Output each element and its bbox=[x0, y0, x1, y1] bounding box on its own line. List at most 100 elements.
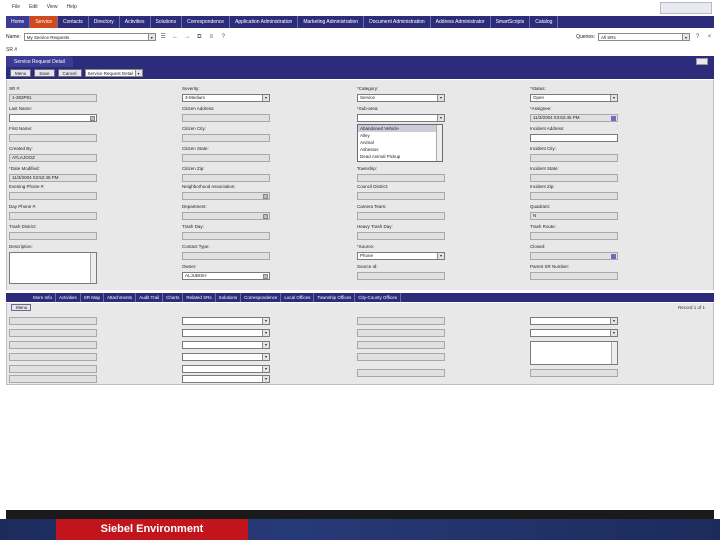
scrollbar[interactable] bbox=[611, 342, 617, 364]
query-icon[interactable]: ☰ bbox=[159, 33, 168, 41]
tab-audit-trail[interactable]: Audit Trail bbox=[136, 293, 164, 302]
list-item[interactable]: Alley bbox=[358, 132, 442, 139]
more-info-select[interactable]: ▾ bbox=[530, 317, 618, 325]
forward-icon[interactable]: → bbox=[183, 33, 192, 41]
tab-smartscripts[interactable]: SmartScripts bbox=[491, 16, 531, 28]
description-textarea[interactable] bbox=[9, 252, 97, 284]
tab-catalog[interactable]: Catalog bbox=[530, 16, 559, 28]
more-info-input[interactable] bbox=[9, 375, 97, 383]
tab-service[interactable]: Service bbox=[30, 16, 59, 28]
subarea-dropdown-list[interactable]: Abandoned Vehicle Alley Animal Asbestos … bbox=[357, 124, 443, 162]
tab-attachments[interactable]: Attachments bbox=[104, 293, 137, 302]
assignee-input[interactable]: 11/3/2004 03:52:45 PM bbox=[530, 114, 618, 122]
tab-more-info[interactable]: More Info bbox=[30, 293, 57, 302]
menu-help[interactable]: Help bbox=[66, 4, 76, 10]
queries-select[interactable]: All SRs ▾ bbox=[598, 33, 690, 41]
contact-type-input[interactable] bbox=[182, 252, 270, 260]
category-select[interactable]: Service ▾ bbox=[357, 94, 445, 102]
cancel-button[interactable]: Cancel bbox=[57, 69, 82, 77]
menu-file[interactable]: File bbox=[12, 4, 20, 10]
parent-sr-input[interactable] bbox=[530, 272, 618, 280]
owner-input[interactable]: ALJUBISH bbox=[182, 272, 270, 280]
evening-phone-input[interactable] bbox=[9, 192, 97, 200]
more-info-select[interactable]: ▾ bbox=[182, 329, 270, 337]
tab-activities[interactable]: Activities bbox=[56, 293, 81, 302]
calendar-icon[interactable] bbox=[611, 254, 616, 259]
more-info-input[interactable] bbox=[9, 365, 97, 373]
copy-icon[interactable]: ⧉ bbox=[195, 33, 204, 41]
more-info-input[interactable] bbox=[9, 317, 97, 325]
close-icon[interactable]: × bbox=[705, 33, 714, 41]
more-info-input[interactable] bbox=[357, 341, 445, 349]
menu-button[interactable]: Menu bbox=[10, 69, 32, 77]
help-icon[interactable]: ? bbox=[693, 33, 702, 41]
more-info-input[interactable] bbox=[9, 341, 97, 349]
pick-icon[interactable] bbox=[263, 194, 268, 199]
department-input[interactable] bbox=[182, 212, 270, 220]
tab-city-county-offices[interactable]: City-County Offices bbox=[355, 293, 401, 302]
more-info-select[interactable]: ▾ bbox=[182, 317, 270, 325]
more-info-select[interactable]: ▾ bbox=[182, 341, 270, 349]
tab-correspondence[interactable]: Correspondence bbox=[241, 293, 282, 302]
source-id-input[interactable] bbox=[357, 272, 445, 280]
closed-input[interactable] bbox=[530, 252, 618, 260]
more-info-input[interactable] bbox=[530, 369, 618, 377]
source-select[interactable]: Phone ▾ bbox=[357, 252, 445, 260]
menu-button[interactable]: Menu bbox=[11, 304, 31, 311]
pick-icon[interactable] bbox=[263, 274, 268, 279]
more-info-select[interactable]: ▾ bbox=[530, 329, 618, 337]
list-item[interactable]: Asbestos bbox=[358, 146, 442, 153]
tab-application-administration[interactable]: Application Administration bbox=[230, 16, 299, 28]
help-icon[interactable]: ? bbox=[219, 33, 228, 41]
tab-charts[interactable]: Charts bbox=[163, 293, 184, 302]
pick-icon[interactable] bbox=[263, 214, 268, 219]
breadcrumb[interactable]: SR # bbox=[6, 47, 17, 53]
tab-document-administration[interactable]: Document Administration bbox=[364, 16, 431, 28]
tab-correspondence[interactable]: Correspondence bbox=[182, 16, 231, 28]
list-item[interactable]: Animal bbox=[358, 139, 442, 146]
applet-menu-icon[interactable] bbox=[696, 58, 708, 65]
back-icon[interactable]: ← bbox=[171, 33, 180, 41]
tab-related-srs[interactable]: Related SRs bbox=[183, 293, 216, 302]
trash-route-input[interactable] bbox=[530, 232, 618, 240]
more-info-input[interactable] bbox=[357, 317, 445, 325]
neighborhood-input[interactable] bbox=[182, 192, 270, 200]
more-info-input[interactable] bbox=[357, 329, 445, 337]
more-info-select[interactable]: ▾ bbox=[182, 375, 270, 383]
tab-address-administrator[interactable]: Address Administrator bbox=[431, 16, 491, 28]
last-name-input[interactable] bbox=[9, 114, 97, 122]
more-info-select[interactable]: ▾ bbox=[182, 353, 270, 361]
incident-state-input[interactable] bbox=[530, 174, 618, 182]
tab-solutions[interactable]: Solutions bbox=[216, 293, 242, 302]
incident-zip-input[interactable] bbox=[530, 192, 618, 200]
list-item[interactable]: Abandoned Vehicle bbox=[358, 125, 442, 132]
citizen-address-input[interactable] bbox=[182, 114, 270, 122]
tab-activities[interactable]: Activities bbox=[120, 16, 151, 28]
tab-sr-map[interactable]: SR Map bbox=[81, 293, 105, 302]
first-name-input[interactable] bbox=[9, 134, 97, 142]
more-info-input[interactable] bbox=[9, 329, 97, 337]
more-info-textarea[interactable] bbox=[530, 341, 618, 365]
scrollbar[interactable] bbox=[436, 125, 442, 161]
incident-city-input[interactable] bbox=[530, 154, 618, 162]
tab-solutions[interactable]: Solutions bbox=[151, 16, 183, 28]
more-info-input[interactable] bbox=[9, 353, 97, 361]
show-select[interactable]: My Service Requests ▾ bbox=[23, 33, 156, 41]
severity-select[interactable]: 3-Medium ▾ bbox=[182, 94, 270, 102]
list-item[interactable]: Dead Animal Pickup bbox=[358, 153, 442, 160]
pick-icon[interactable] bbox=[90, 116, 95, 121]
menu-view[interactable]: View bbox=[47, 4, 58, 10]
camera-team-input[interactable] bbox=[357, 212, 445, 220]
tab-local-offices[interactable]: Local Offices bbox=[281, 293, 315, 302]
citizen-city-input[interactable] bbox=[182, 134, 270, 142]
more-info-input[interactable] bbox=[357, 369, 445, 377]
list-icon[interactable]: ≡ bbox=[207, 33, 216, 41]
scrollbar[interactable] bbox=[90, 253, 96, 283]
tab-home[interactable]: Home bbox=[6, 16, 31, 28]
menu-edit[interactable]: Edit bbox=[29, 4, 38, 10]
more-info-input[interactable] bbox=[357, 353, 445, 361]
calendar-icon[interactable] bbox=[611, 116, 616, 121]
trash-district-input[interactable] bbox=[9, 232, 97, 240]
day-phone-input[interactable] bbox=[9, 212, 97, 220]
view-select[interactable]: Service Request Detail ▾ bbox=[84, 69, 143, 77]
